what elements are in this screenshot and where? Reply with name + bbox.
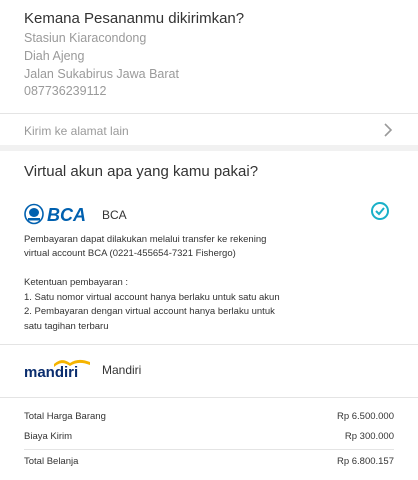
divider [0, 397, 418, 398]
send-to-other-address-label[interactable]: Kirim ke alamat lain [24, 124, 129, 138]
bca-logo: BCA [24, 203, 86, 225]
payment-rule-item: satu tagihan terbaru [24, 321, 109, 332]
virtual-account-title: Virtual akun apa yang kamu pakai? [24, 163, 259, 180]
grand-total-value: Rp 6.800.157 [336, 456, 394, 467]
address-phone: 087736239112 [24, 84, 107, 98]
mandiri-logo: mandiri [24, 359, 90, 379]
payment-rules-title: Ketentuan pembayaran : [24, 277, 129, 288]
divider [24, 449, 394, 450]
divider [0, 113, 418, 114]
subtotal-label: Total Harga Barang [24, 411, 106, 422]
payment-rule-item: 1. Satu nomor virtual account hanya berl… [24, 292, 280, 303]
address-place: Stasiun Kiaracondong [24, 31, 147, 45]
mandiri-logo-text: mandiri [24, 364, 78, 379]
grand-total-label: Total Belanja [24, 456, 79, 467]
bca-label[interactable]: BCA [102, 208, 127, 222]
mandiri-label[interactable]: Mandiri [102, 363, 141, 377]
payment-rule-item: 2. Pembayaran dengan virtual account han… [24, 306, 275, 317]
address-street: Jalan Sukabirus Jawa Barat [24, 67, 179, 81]
shipping-cost-label: Biaya Kirim [24, 431, 73, 442]
address-recipient: Diah Ajeng [24, 49, 85, 63]
subtotal-value: Rp 6.500.000 [336, 411, 394, 422]
divider [0, 344, 418, 345]
shipping-title: Kemana Pesananmu dikirimkan? [24, 10, 245, 27]
shipping-cost-value: Rp 300.000 [344, 431, 394, 442]
section-separator [0, 145, 418, 151]
bca-logo-text: BCA [47, 205, 86, 225]
bca-desc-line: Pembayaran dapat dilakukan melalui trans… [24, 234, 267, 245]
check-circle-icon [371, 202, 389, 220]
bca-desc-line: virtual account BCA (0221-455654-7321 Fi… [24, 248, 236, 259]
chevron-right-icon[interactable] [380, 122, 396, 138]
